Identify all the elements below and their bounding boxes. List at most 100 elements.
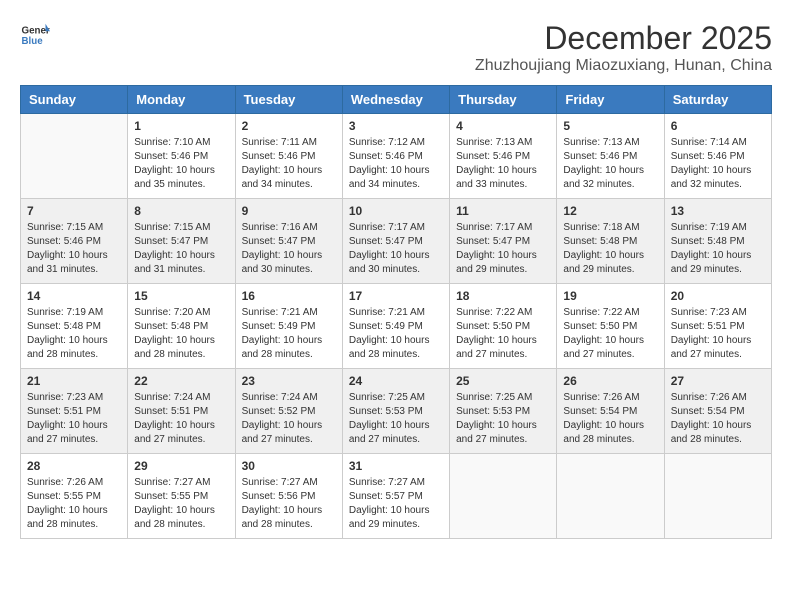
- calendar-cell: [664, 454, 771, 539]
- calendar-cell: 10Sunrise: 7:17 AMSunset: 5:47 PMDayligh…: [342, 199, 449, 284]
- day-number: 31: [349, 459, 443, 473]
- calendar-cell: 22 Sunrise: 7:24 AMSunset: 5:51 PMDayligh…: [128, 369, 235, 454]
- calendar-week-2: 7Sunrise: 7:15 AMSunset: 5:46 PMDaylight…: [21, 199, 772, 284]
- day-number: 30: [242, 459, 336, 473]
- day-info: Sunrise: 7:13 AMSunset: 5:46 PMDaylight:…: [563, 136, 657, 192]
- day-number: 9: [242, 204, 336, 218]
- day-number: 19: [563, 289, 657, 303]
- day-number: 22: [134, 374, 228, 388]
- day-info: Sunrise: 7:23 AMSunset: 5:51 PMDaylight:…: [671, 306, 765, 362]
- day-info: Sunrise: 7:16 AMSunset: 5:47 PMDaylight:…: [242, 221, 336, 277]
- calendar-cell: 16 Sunrise: 7:21 AMSunset: 5:49 PMDayligh…: [235, 284, 342, 369]
- day-number: 15: [134, 289, 228, 303]
- day-number: 8: [134, 204, 228, 218]
- day-info: Sunrise: 7:14 AMSunset: 5:46 PMDaylight:…: [671, 136, 765, 192]
- day-info: Sunrise: 7:13 AMSunset: 5:46 PMDaylight:…: [456, 136, 550, 192]
- day-number: 23: [242, 374, 336, 388]
- calendar-cell: 30 Sunrise: 7:27 AMSunset: 5:56 PMDayligh…: [235, 454, 342, 539]
- day-info: Sunrise: 7:26 AMSunset: 5:54 PMDaylight:…: [671, 391, 765, 447]
- month-title: December 2025: [475, 20, 772, 57]
- page-header: General Blue December 2025 Zhuzhoujiang …: [20, 20, 772, 75]
- calendar-cell: 2 Sunrise: 7:11 AMSunset: 5:46 PMDaylight…: [235, 114, 342, 199]
- calendar-cell: [21, 114, 128, 199]
- day-info: Sunrise: 7:11 AMSunset: 5:46 PMDaylight:…: [242, 136, 336, 192]
- calendar-cell: 15 Sunrise: 7:20 AMSunset: 5:48 PMDayligh…: [128, 284, 235, 369]
- day-number: 12: [563, 204, 657, 218]
- calendar-cell: [450, 454, 557, 539]
- day-info: Sunrise: 7:27 AMSunset: 5:56 PMDaylight:…: [242, 476, 336, 532]
- day-number: 29: [134, 459, 228, 473]
- day-number: 28: [27, 459, 121, 473]
- day-info: Sunrise: 7:24 AMSunset: 5:52 PMDaylight:…: [242, 391, 336, 447]
- day-info: Sunrise: 7:20 AMSunset: 5:48 PMDaylight:…: [134, 306, 228, 362]
- day-info: Sunrise: 7:22 AMSunset: 5:50 PMDaylight:…: [563, 306, 657, 362]
- calendar-cell: 23 Sunrise: 7:24 AMSunset: 5:52 PMDayligh…: [235, 369, 342, 454]
- day-info: Sunrise: 7:19 AMSunset: 5:48 PMDaylight:…: [671, 221, 765, 277]
- weekday-header-thursday: Thursday: [450, 86, 557, 114]
- day-number: 25: [456, 374, 550, 388]
- calendar-cell: [557, 454, 664, 539]
- day-info: Sunrise: 7:26 AMSunset: 5:55 PMDaylight:…: [27, 476, 121, 532]
- calendar-cell: 8 Sunrise: 7:15 AMSunset: 5:47 PMDaylight…: [128, 199, 235, 284]
- day-number: 16: [242, 289, 336, 303]
- day-number: 2: [242, 119, 336, 133]
- day-number: 14: [27, 289, 121, 303]
- weekday-header-friday: Friday: [557, 86, 664, 114]
- calendar-cell: 4 Sunrise: 7:13 AMSunset: 5:46 PMDaylight…: [450, 114, 557, 199]
- title-section: December 2025 Zhuzhoujiang Miaozuxiang, …: [475, 20, 772, 75]
- location-title: Zhuzhoujiang Miaozuxiang, Hunan, China: [475, 57, 772, 75]
- day-number: 1: [134, 119, 228, 133]
- day-number: 18: [456, 289, 550, 303]
- calendar-cell: 21Sunrise: 7:23 AMSunset: 5:51 PMDayligh…: [21, 369, 128, 454]
- calendar-cell: 3Sunrise: 7:12 AMSunset: 5:46 PMDaylight…: [342, 114, 449, 199]
- calendar-cell: 27Sunrise: 7:26 AMSunset: 5:54 PMDayligh…: [664, 369, 771, 454]
- day-number: 11: [456, 204, 550, 218]
- calendar-week-5: 28 Sunrise: 7:26 AMSunset: 5:55 PMDayligh…: [21, 454, 772, 539]
- day-number: 24: [349, 374, 443, 388]
- weekday-header-monday: Monday: [128, 86, 235, 114]
- calendar-week-1: 1 Sunrise: 7:10 AMSunset: 5:46 PMDaylight…: [21, 114, 772, 199]
- calendar-week-3: 14 Sunrise: 7:19 AMSunset: 5:48 PMDayligh…: [21, 284, 772, 369]
- day-number: 10: [349, 204, 443, 218]
- day-number: 13: [671, 204, 765, 218]
- day-number: 6: [671, 119, 765, 133]
- calendar-cell: 11 Sunrise: 7:17 AMSunset: 5:47 PMDayligh…: [450, 199, 557, 284]
- calendar-cell: 26Sunrise: 7:26 AMSunset: 5:54 PMDayligh…: [557, 369, 664, 454]
- calendar-cell: 20Sunrise: 7:23 AMSunset: 5:51 PMDayligh…: [664, 284, 771, 369]
- calendar-cell: 1 Sunrise: 7:10 AMSunset: 5:46 PMDaylight…: [128, 114, 235, 199]
- day-info: Sunrise: 7:17 AMSunset: 5:47 PMDaylight:…: [456, 221, 550, 277]
- day-info: Sunrise: 7:19 AMSunset: 5:48 PMDaylight:…: [27, 306, 121, 362]
- day-info: Sunrise: 7:26 AMSunset: 5:54 PMDaylight:…: [563, 391, 657, 447]
- day-info: Sunrise: 7:18 AMSunset: 5:48 PMDaylight:…: [563, 221, 657, 277]
- calendar-cell: 19 Sunrise: 7:22 AMSunset: 5:50 PMDayligh…: [557, 284, 664, 369]
- day-number: 17: [349, 289, 443, 303]
- day-info: Sunrise: 7:27 AMSunset: 5:57 PMDaylight:…: [349, 476, 443, 532]
- calendar-cell: 14 Sunrise: 7:19 AMSunset: 5:48 PMDayligh…: [21, 284, 128, 369]
- day-info: Sunrise: 7:22 AMSunset: 5:50 PMDaylight:…: [456, 306, 550, 362]
- calendar-cell: 24Sunrise: 7:25 AMSunset: 5:53 PMDayligh…: [342, 369, 449, 454]
- calendar-cell: 13 Sunrise: 7:19 AMSunset: 5:48 PMDayligh…: [664, 199, 771, 284]
- day-info: Sunrise: 7:24 AMSunset: 5:51 PMDaylight:…: [134, 391, 228, 447]
- calendar-cell: 6 Sunrise: 7:14 AMSunset: 5:46 PMDaylight…: [664, 114, 771, 199]
- calendar-cell: 28 Sunrise: 7:26 AMSunset: 5:55 PMDayligh…: [21, 454, 128, 539]
- weekday-header-wednesday: Wednesday: [342, 86, 449, 114]
- day-info: Sunrise: 7:21 AMSunset: 5:49 PMDaylight:…: [242, 306, 336, 362]
- calendar-cell: 31 Sunrise: 7:27 AMSunset: 5:57 PMDayligh…: [342, 454, 449, 539]
- day-number: 5: [563, 119, 657, 133]
- day-info: Sunrise: 7:21 AMSunset: 5:49 PMDaylight:…: [349, 306, 443, 362]
- day-info: Sunrise: 7:15 AMSunset: 5:46 PMDaylight:…: [27, 221, 121, 277]
- day-number: 4: [456, 119, 550, 133]
- svg-text:Blue: Blue: [22, 36, 44, 47]
- calendar-week-4: 21Sunrise: 7:23 AMSunset: 5:51 PMDayligh…: [21, 369, 772, 454]
- day-info: Sunrise: 7:23 AMSunset: 5:51 PMDaylight:…: [27, 391, 121, 447]
- weekday-header-sunday: Sunday: [21, 86, 128, 114]
- calendar-cell: 18 Sunrise: 7:22 AMSunset: 5:50 PMDayligh…: [450, 284, 557, 369]
- calendar-cell: 12 Sunrise: 7:18 AMSunset: 5:48 PMDayligh…: [557, 199, 664, 284]
- calendar-cell: 9 Sunrise: 7:16 AMSunset: 5:47 PMDaylight…: [235, 199, 342, 284]
- calendar-cell: 7Sunrise: 7:15 AMSunset: 5:46 PMDaylight…: [21, 199, 128, 284]
- calendar-cell: 25Sunrise: 7:25 AMSunset: 5:53 PMDayligh…: [450, 369, 557, 454]
- day-info: Sunrise: 7:27 AMSunset: 5:55 PMDaylight:…: [134, 476, 228, 532]
- day-info: Sunrise: 7:15 AMSunset: 5:47 PMDaylight:…: [134, 221, 228, 277]
- day-info: Sunrise: 7:10 AMSunset: 5:46 PMDaylight:…: [134, 136, 228, 192]
- calendar: SundayMondayTuesdayWednesdayThursdayFrid…: [20, 85, 772, 539]
